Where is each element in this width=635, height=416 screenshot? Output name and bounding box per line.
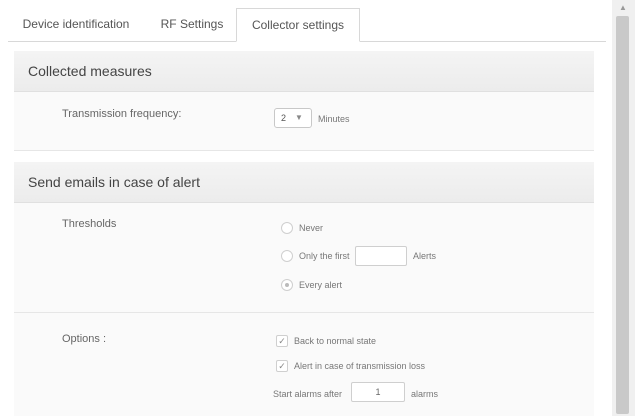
tab-device-identification[interactable]: Device identification — [11, 8, 141, 41]
vertical-scrollbar[interactable]: ▲ — [612, 0, 635, 416]
transmission-frequency-select[interactable]: 2 ▼ — [274, 108, 312, 128]
threshold-first-radio[interactable] — [281, 250, 293, 262]
threshold-never-label: Never — [299, 223, 324, 233]
scrollbar-thumb[interactable] — [616, 16, 629, 414]
start-alarms-suffix: alarms — [411, 389, 439, 399]
transmission-loss-label: Alert in case of transmission loss — [294, 361, 426, 371]
send-emails-body — [14, 203, 594, 416]
threshold-every-radio[interactable] — [281, 279, 293, 291]
divider — [14, 312, 594, 313]
start-alarms-prefix: Start alarms after — [273, 389, 343, 399]
back-to-normal-checkbox[interactable]: ✓ — [276, 335, 288, 347]
transmission-frequency-value: 2 — [281, 113, 287, 123]
threshold-never-radio[interactable] — [281, 222, 293, 234]
tab-bar: Device identification RF Settings Collec… — [8, 8, 606, 42]
transmission-frequency-unit: Minutes — [318, 114, 350, 124]
threshold-every-label: Every alert — [299, 280, 343, 290]
start-alarms-input[interactable]: 1 — [351, 382, 405, 402]
transmission-frequency-label: Transmission frequency: — [62, 108, 182, 120]
back-to-normal-label: Back to normal state — [294, 336, 377, 346]
send-emails-title: Send emails in case of alert — [28, 174, 200, 190]
threshold-first-label: Only the first — [299, 251, 350, 261]
options-label: Options : — [62, 333, 107, 345]
threshold-first-count-input[interactable] — [355, 246, 407, 266]
collected-measures-header: Collected measures — [14, 51, 594, 92]
chevron-up-icon[interactable]: ▲ — [618, 4, 628, 12]
check-icon: ✓ — [278, 361, 286, 371]
tab-collector-settings[interactable]: Collector settings — [236, 8, 360, 42]
chevron-down-icon: ▼ — [295, 113, 303, 122]
tab-rf-settings[interactable]: RF Settings — [148, 8, 236, 41]
check-icon: ✓ — [278, 336, 286, 346]
transmission-loss-checkbox[interactable]: ✓ — [276, 360, 288, 372]
collected-measures-title: Collected measures — [28, 63, 152, 79]
divider — [14, 150, 594, 151]
send-emails-header: Send emails in case of alert — [14, 162, 594, 203]
threshold-first-suffix: Alerts — [413, 251, 437, 261]
settings-panel: Device identification RF Settings Collec… — [0, 0, 612, 416]
thresholds-label: Thresholds — [62, 218, 117, 230]
